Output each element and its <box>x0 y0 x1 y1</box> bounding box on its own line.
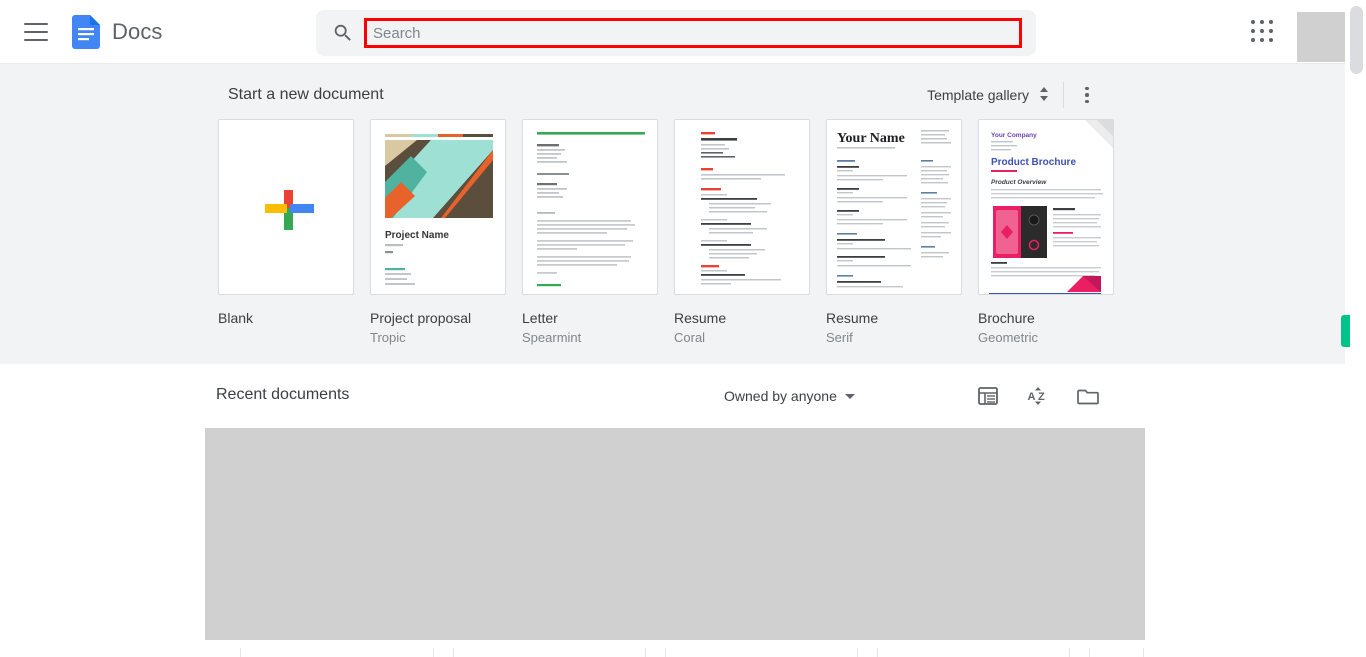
search-icon <box>332 22 354 44</box>
template-thumbnail-spearmint[interactable] <box>522 119 658 295</box>
template-sublabel: Tropic <box>370 330 406 345</box>
template-label: Blank <box>218 310 254 326</box>
sheets-shortcut-fab[interactable] <box>1341 315 1350 347</box>
list-view-icon[interactable] <box>976 384 1000 408</box>
app-header: Docs <box>0 0 1345 64</box>
svg-text:Z: Z <box>1038 391 1045 403</box>
apps-grid-icon[interactable] <box>1251 20 1275 44</box>
templates-title: Start a new document <box>228 86 384 103</box>
svg-text:Product Brochure: Product Brochure <box>991 157 1076 168</box>
hamburger-icon[interactable] <box>24 22 48 41</box>
template-thumbnail-serif[interactable]: Your Name <box>826 119 962 295</box>
template-thumbnail-tropic[interactable]: Project Name <box>370 119 506 295</box>
svg-text:Product Overview: Product Overview <box>991 179 1047 186</box>
template-sublabel: Spearmint <box>522 330 582 345</box>
more-vert-icon[interactable] <box>1064 86 1098 104</box>
chevron-up-down-icon[interactable] <box>1037 84 1051 107</box>
search-bar[interactable] <box>316 10 1036 56</box>
template-gallery-label: Template gallery <box>927 87 1029 103</box>
sort-az-icon[interactable]: A Z <box>1026 384 1050 408</box>
folder-icon[interactable] <box>1076 384 1100 408</box>
owner-filter-dropdown[interactable]: Owned by anyone <box>724 388 855 404</box>
template-thumbnail-blank[interactable] <box>218 119 354 295</box>
google-plus-icon <box>219 120 353 294</box>
template-label: Brochure <box>978 310 1035 326</box>
caret-down-icon <box>844 393 855 399</box>
templates-header: Start a new document Template gallery <box>228 82 1098 108</box>
svg-text:Your Company: Your Company <box>991 132 1037 139</box>
owner-filter-label: Owned by anyone <box>724 388 837 404</box>
start-new-document-section: Start a new document Template gallery Bl… <box>0 64 1345 364</box>
svg-text:Project Name: Project Name <box>385 230 449 241</box>
page-title: Docs <box>112 18 163 44</box>
svg-text:A: A <box>1028 391 1036 403</box>
template-card-project-proposal[interactable]: Project Name Project proposal Tropic <box>370 119 506 347</box>
template-thumbnail-coral[interactable] <box>674 119 810 295</box>
avatar[interactable] <box>1297 12 1345 62</box>
template-card-blank[interactable]: Blank <box>218 119 354 347</box>
recent-view-actions: A Z <box>976 384 1100 408</box>
template-card-resume-coral[interactable]: Resume Coral <box>674 119 810 347</box>
template-label: Resume <box>674 310 727 326</box>
template-sublabel: Geometric <box>978 330 1038 345</box>
template-sublabel: Coral <box>674 330 706 345</box>
svg-text:Your Name: Your Name <box>837 131 905 146</box>
recent-documents-title: Recent documents <box>216 386 350 403</box>
template-card-brochure[interactable]: Your Company Product Brochure Product Ov… <box>978 119 1114 347</box>
recent-documents-section: Recent documents Owned by anyone A Z <box>0 364 1345 657</box>
template-card-resume-serif[interactable]: Your Name Resume Serif <box>826 119 962 347</box>
recent-documents-header: Recent documents Owned by anyone A Z <box>216 386 1100 405</box>
docs-home-page: Docs Start a new document Template galle… <box>0 0 1366 657</box>
template-thumbnail-geometric[interactable]: Your Company Product Brochure Product Ov… <box>978 119 1114 295</box>
next-row-dividers <box>205 648 1145 657</box>
search-input[interactable] <box>364 18 1022 48</box>
templates-header-actions: Template gallery <box>927 82 1098 108</box>
docs-logo-icon[interactable] <box>72 14 100 49</box>
template-sublabel: Serif <box>826 330 853 345</box>
recent-documents-loading-placeholder <box>205 428 1145 640</box>
template-label: Resume <box>826 310 879 326</box>
template-label: Project proposal <box>370 310 472 326</box>
page-scrollbar-thumb[interactable] <box>1350 6 1363 74</box>
template-list: Blank Project Name Project proposal Trop… <box>218 119 1114 347</box>
template-card-letter[interactable]: Letter Spearmint <box>522 119 658 347</box>
template-gallery-button[interactable]: Template gallery <box>927 84 1063 107</box>
template-label: Letter <box>522 310 558 326</box>
